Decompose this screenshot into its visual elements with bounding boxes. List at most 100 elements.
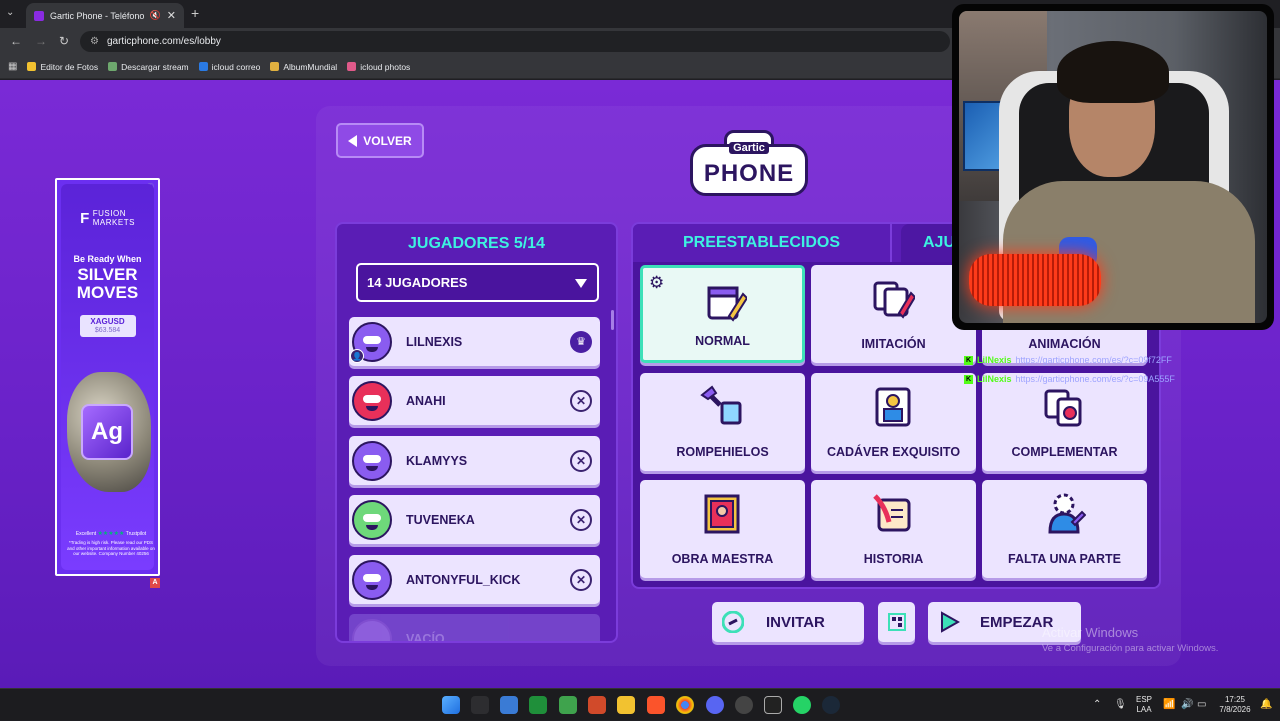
chrome-icon[interactable] [676, 696, 694, 714]
ad-brand: F FUSION MARKETS [61, 209, 154, 228]
browser-tab[interactable]: Gartic Phone - Teléfono De... 🔇 ✕ [26, 3, 184, 28]
bookmark-albummundial[interactable]: AlbumMundial [270, 62, 337, 72]
activate-windows-subtitle: Ve a Configuración para activar Windows. [1042, 643, 1219, 654]
kick-player-icon[interactable]: ✕ [570, 449, 592, 472]
ad-banner[interactable]: ⓘ FFUSIONMARKETS Be Ready When SILVERMOV… [55, 178, 160, 576]
obs-icon[interactable] [735, 696, 753, 714]
invite-button[interactable]: INVITAR [712, 602, 864, 642]
ad-rating-source: Trustpilot [125, 531, 147, 537]
apps-grid-icon[interactable]: ▦ [8, 61, 17, 72]
mode-rompehielos[interactable]: ROMPEHIELOS [640, 373, 805, 471]
mode-label: COMPLEMENTAR [1011, 445, 1118, 459]
webcam-feed [959, 11, 1267, 323]
ad-choices-icon[interactable]: A [150, 578, 160, 588]
player-limit-value: 14 JUGADORES [367, 275, 468, 290]
windows-taskbar: ⌃ 🎙 ESP LAA 📶 🔊 ▭ 17:25 7/8/2026 🔔 [0, 688, 1280, 720]
capcut-icon[interactable] [764, 696, 782, 714]
new-tab-button[interactable]: + [191, 5, 199, 21]
mode-label: ANIMACIÓN [1028, 337, 1101, 351]
xbox-icon[interactable] [529, 696, 547, 714]
mode-label: HISTORIA [863, 552, 924, 566]
bookmark-label: Descargar stream [121, 61, 189, 72]
chat-line: K LilNexis https://garticphone.com/es/?c… [964, 374, 1175, 384]
bookmark-label: Editor de Fotos [40, 61, 99, 72]
player-name: KLAMYYS [406, 453, 468, 468]
bookmark-icloud-photos[interactable]: icloud photos [347, 62, 410, 72]
store-icon[interactable] [500, 696, 518, 714]
players-scrollbar[interactable] [611, 310, 614, 330]
mute-icon[interactable]: 🔇 [150, 10, 161, 21]
missing-piece-icon [1048, 493, 1086, 534]
mode-normal[interactable]: ⚙ NORMAL [640, 265, 805, 363]
clock[interactable]: 17:25 7/8/2026 [1214, 689, 1256, 721]
back-button[interactable]: VOLVER [336, 123, 424, 158]
kick-player-icon[interactable]: ✕ [570, 389, 592, 412]
qr-code-button[interactable] [878, 602, 915, 642]
bookmark-label: icloud photos [360, 61, 411, 72]
back-triangle-icon [348, 134, 358, 147]
task-view-icon[interactable] [471, 696, 489, 714]
microphone-icon[interactable]: 🎙 [1114, 699, 1127, 710]
brave-icon[interactable] [647, 696, 665, 714]
scroll-quill-icon [873, 494, 911, 532]
mode-label: ROMPEHIELOS [676, 445, 769, 459]
ad-price: $63.584 [94, 326, 121, 334]
player-avatar [352, 499, 392, 540]
site-info-icon[interactable]: ⚙ [90, 36, 99, 47]
silver-element-tile: Ag [81, 404, 133, 460]
kick-player-icon[interactable]: ✕ [570, 568, 592, 591]
game-app-icon[interactable] [588, 696, 606, 714]
back-arrow-icon[interactable]: ← [10, 34, 22, 48]
player-limit-select[interactable]: 14 JUGADORES [356, 263, 599, 302]
mode-label: OBRA MAESTRA [671, 552, 774, 566]
battery-icon[interactable]: ▭ [1197, 699, 1206, 710]
bookmark-icloud-correo[interactable]: icloud correo [198, 62, 260, 72]
gartic-favicon-icon [34, 10, 44, 21]
chat-text: https://garticphone.com/es/?c=09A555F [1015, 374, 1175, 384]
mode-falta-una-parte[interactable]: FALTA UNA PARTE [982, 480, 1147, 578]
back-button-label: VOLVER [363, 133, 412, 148]
tab-title: Gartic Phone - Teléfono De... [50, 10, 144, 21]
mode-label: NORMAL [695, 334, 750, 348]
mona-lisa-icon [704, 494, 740, 534]
tab-search-button[interactable]: ⌄ [6, 7, 14, 18]
whatsapp-icon[interactable] [793, 696, 811, 714]
gear-icon[interactable]: ⚙ [649, 273, 664, 293]
wifi-icon[interactable]: 📶 [1163, 699, 1175, 710]
empty-slot-label: VACÍO [406, 631, 445, 643]
mode-historia[interactable]: HISTORIA [811, 480, 976, 578]
steam-icon[interactable] [822, 696, 840, 714]
minecraft-icon[interactable] [559, 696, 577, 714]
kick-badge-icon: K [964, 374, 973, 384]
bookmark-editor-de-fotos[interactable]: Editor de Fotos [27, 62, 98, 72]
invite-label: INVITAR [766, 613, 825, 631]
kick-player-icon[interactable]: ✕ [570, 508, 592, 531]
discord-icon[interactable] [706, 696, 724, 714]
notification-bell-icon[interactable]: 🔔 [1260, 699, 1272, 710]
link-icon [722, 611, 744, 633]
bookmark-descargar-stream[interactable]: Descargar stream [108, 62, 189, 72]
player-name: TUVENEKA [406, 512, 475, 527]
bookmark-icon [270, 62, 280, 71]
language-indicator[interactable]: ESP LAA [1132, 689, 1156, 721]
chevron-up-icon[interactable]: ⌃ [1093, 699, 1101, 710]
start-menu-icon[interactable] [442, 696, 460, 714]
mode-obra-maestra[interactable]: OBRA MAESTRA [640, 480, 805, 578]
ad-headline1: SILVER [77, 264, 138, 284]
mode-complementar[interactable]: COMPLEMENTAR [982, 373, 1147, 471]
bookmark-icon [347, 62, 357, 71]
volume-icon[interactable]: 🔊 [1181, 699, 1193, 710]
player-row: ANTONYFUL_KICK ✕ [349, 555, 600, 604]
mode-cadaver-exquisito[interactable]: CADÁVER EXQUISITO [811, 373, 976, 471]
kick-badge-icon: K [964, 355, 973, 365]
reload-icon[interactable]: ↻ [59, 34, 69, 48]
crown-icon: ♛ [570, 330, 592, 353]
close-tab-icon[interactable]: ✕ [167, 9, 176, 22]
empty-slot: VACÍO [349, 614, 600, 643]
file-explorer-icon[interactable] [617, 696, 635, 714]
address-bar[interactable]: ⚙ garticphone.com/es/lobby [80, 31, 950, 52]
forward-arrow-icon[interactable]: → [35, 34, 47, 48]
player-row: TUVENEKA ✕ [349, 495, 600, 544]
tab-presets[interactable]: PREESTABLECIDOS [633, 224, 892, 262]
player-avatar [352, 380, 392, 421]
